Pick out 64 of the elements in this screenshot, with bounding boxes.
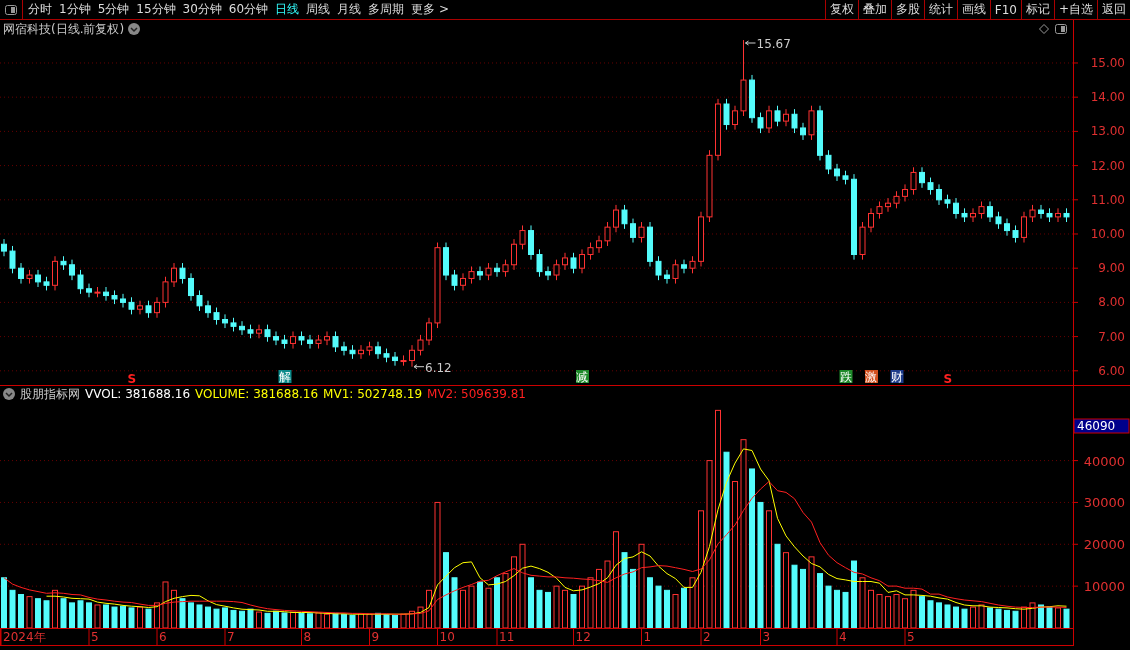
- period-tab[interactable]: 1分钟: [59, 1, 91, 18]
- date-axis-label: 7: [227, 630, 235, 644]
- date-axis-label: 4: [839, 630, 847, 644]
- date-axis-label: 8: [303, 630, 312, 644]
- low-price-label: 6.12: [425, 360, 452, 375]
- volume-tick-label: 20000: [1083, 537, 1125, 553]
- toolbar-button[interactable]: 统计: [923, 0, 957, 19]
- event-tag: 财: [890, 370, 904, 384]
- toolbar-button[interactable]: 复权: [824, 0, 858, 19]
- period-tab[interactable]: 60分钟: [228, 1, 269, 18]
- price-tick-label: 10.00: [1090, 227, 1125, 241]
- date-axis-label: 2024年: [3, 630, 46, 644]
- date-axis-label: 9: [371, 630, 380, 644]
- price-tick-label: 6.00: [1098, 363, 1125, 378]
- date-axis-label: 6: [159, 630, 167, 644]
- volume-tick-label: 10000: [1083, 579, 1125, 595]
- date-axis-label: 5: [91, 630, 99, 644]
- price-tick-label: 11.00: [1090, 192, 1125, 207]
- event-tag: 减: [576, 370, 589, 384]
- indicator-value: MV1: 502748.19: [323, 387, 423, 401]
- date-axis-label: 10: [439, 630, 455, 644]
- date-axis-label: 2: [703, 630, 711, 644]
- stock-title: 网宿科技(日线.前复权): [2, 20, 125, 38]
- price-tick-label: 13.00: [1090, 124, 1125, 139]
- period-tab[interactable]: 日线: [275, 1, 300, 18]
- period-tab[interactable]: 5分钟: [97, 1, 130, 18]
- price-tick-label: 7.00: [1098, 329, 1125, 344]
- period-tab[interactable]: 30分钟: [182, 1, 222, 18]
- date-axis-label: 1: [643, 630, 652, 644]
- indicator-value: VOLUME: 381688.16: [195, 387, 319, 401]
- indicator-name: 股朋指标网: [20, 385, 80, 403]
- date-axis-label: 5: [907, 630, 915, 644]
- period-tab[interactable]: 周线: [306, 1, 331, 18]
- price-tick-label: 15.00: [1090, 55, 1125, 70]
- indicator-value: VVOL: 381688.16: [85, 387, 191, 401]
- price-tick-label: 9.00: [1098, 261, 1125, 276]
- toolbar-button[interactable]: 标记: [1020, 0, 1054, 19]
- period-tab[interactable]: 分时: [28, 1, 52, 18]
- toolbar-button[interactable]: F10: [989, 0, 1021, 19]
- toolbar-button[interactable]: +自选: [1053, 0, 1097, 19]
- date-axis-label: 12: [575, 630, 591, 644]
- date-axis-label: 3: [762, 630, 771, 644]
- signal-marker: S: [943, 372, 953, 385]
- period-tab[interactable]: 15分钟: [136, 1, 176, 18]
- current-value-label: 46090: [1073, 418, 1130, 434]
- volume-tick-label: 30000: [1083, 495, 1125, 511]
- price-tick-label: 14.00: [1090, 90, 1125, 105]
- toolbar-button[interactable]: 多股: [890, 0, 924, 19]
- period-tab[interactable]: 月线: [337, 1, 362, 18]
- toolbar-button[interactable]: 叠加: [857, 0, 891, 19]
- event-tag: 激: [865, 370, 878, 384]
- event-tag: 跌: [839, 370, 853, 384]
- toolbar-button[interactable]: 返回: [1097, 0, 1130, 19]
- indicator-value: MV2: 509639.81: [427, 387, 526, 401]
- period-tab[interactable]: 更多 >: [411, 1, 449, 18]
- event-tag: 解: [278, 370, 292, 384]
- high-price-label: 15.67: [756, 38, 791, 51]
- volume-tick-label: 40000: [1083, 453, 1125, 469]
- price-tick-label: 8.00: [1098, 295, 1125, 310]
- signal-marker: S: [127, 372, 137, 385]
- period-tab[interactable]: 多周期: [368, 1, 405, 18]
- date-axis-label: 11: [499, 630, 515, 644]
- toolbar-button[interactable]: 画线: [956, 0, 990, 19]
- price-tick-label: 12.00: [1090, 158, 1125, 173]
